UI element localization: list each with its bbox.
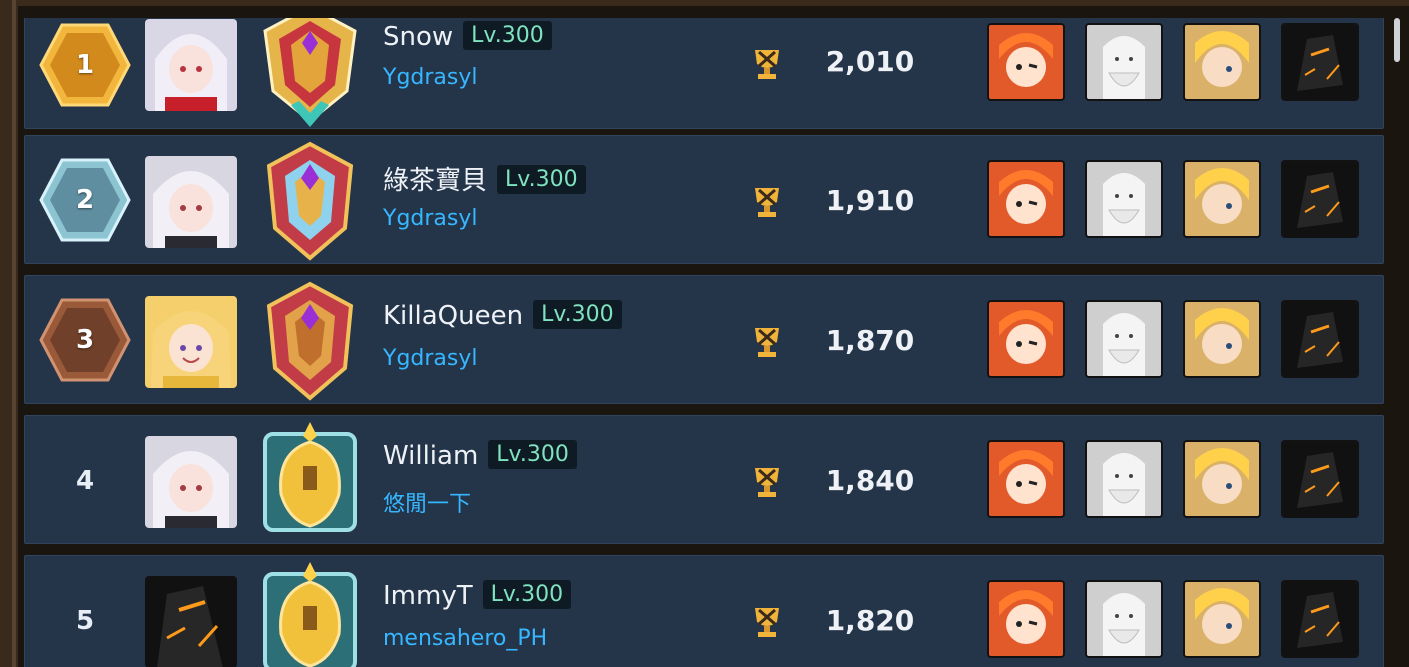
level-badge: Lv.300: [482, 580, 572, 609]
level-badge: Lv.300: [488, 440, 577, 469]
dark-armor-knight-icon[interactable]: [1281, 440, 1359, 518]
score: 2,010: [825, 45, 915, 78]
team-heroes: [987, 300, 1367, 382]
blonde-boy-icon[interactable]: [1183, 160, 1261, 238]
player-name: William Lv.300: [383, 440, 577, 471]
scrollbar-thumb[interactable]: [1394, 18, 1400, 62]
player-avatar[interactable]: [145, 576, 237, 667]
white-beard-old-man-icon[interactable]: [1085, 300, 1163, 378]
player-name: KillaQueen Lv.300: [383, 300, 622, 331]
guild-name[interactable]: Ygdrasyl: [383, 65, 478, 90]
blonde-boy-icon[interactable]: [1183, 300, 1261, 378]
white-beard-old-man-icon[interactable]: [1085, 580, 1163, 658]
dark-armor-knight-icon[interactable]: [1281, 23, 1359, 101]
rank-badge-gold: 1: [39, 23, 131, 107]
white-beard-old-man-icon[interactable]: [1085, 160, 1163, 238]
rank-number: 2: [75, 185, 95, 215]
dark-armor-knight-icon[interactable]: [1281, 580, 1359, 658]
guild-name[interactable]: Ygdrasyl: [383, 206, 478, 231]
rank-number: 4: [75, 465, 95, 496]
orange-hair-winking-girl-icon[interactable]: [987, 580, 1065, 658]
player-name: 綠茶寶貝 Lv.300: [383, 160, 586, 197]
crossed-trophy-icon: [747, 44, 787, 84]
rank-emblem: [251, 18, 369, 131]
player-name: ImmyT Lv.300: [383, 580, 572, 611]
rank-emblem: [251, 136, 369, 266]
rank-number: 3: [75, 325, 95, 355]
crossed-trophy-icon: [747, 462, 787, 502]
blonde-boy-icon[interactable]: [1183, 580, 1261, 658]
blonde-boy-icon[interactable]: [1183, 23, 1261, 101]
leaderboard-row[interactable]: 5 ImmyT Lv.300 mensahero_PH 1,820: [24, 555, 1384, 667]
score: 1,910: [825, 184, 915, 217]
rank-badge-silver: 2: [39, 158, 131, 242]
level-badge: Lv.300: [533, 300, 622, 329]
team-heroes: [987, 580, 1367, 662]
rank-number: 1: [75, 50, 95, 80]
crossed-trophy-icon: [747, 602, 787, 642]
level-badge: Lv.300: [497, 165, 586, 194]
score: 1,820: [825, 604, 915, 637]
rank-badge-bronze: 3: [39, 298, 131, 382]
orange-hair-winking-girl-icon[interactable]: [987, 160, 1065, 238]
leaderboard-row[interactable]: 2 綠茶寶貝 Lv.300 Ygdrasyl 1,910: [24, 135, 1384, 264]
team-heroes: [987, 23, 1367, 105]
player-name: Snow Lv.300: [383, 21, 552, 52]
guild-name[interactable]: 悠閒一下: [383, 486, 471, 518]
white-beard-old-man-icon[interactable]: [1085, 23, 1163, 101]
rank-emblem: [251, 556, 369, 667]
leaderboard-list[interactable]: 1 Snow Lv.300 Ygdrasyl 2,010 2 綠茶寶貝 Lv.3…: [24, 18, 1384, 667]
rank-emblem: [251, 276, 369, 406]
player-avatar[interactable]: [145, 156, 237, 248]
team-heroes: [987, 440, 1367, 522]
level-badge: Lv.300: [463, 21, 552, 50]
leaderboard-row[interactable]: 1 Snow Lv.300 Ygdrasyl 2,010: [24, 18, 1384, 129]
player-avatar[interactable]: [145, 436, 237, 528]
leaderboard-row[interactable]: 4 William Lv.300 悠閒一下 1,840: [24, 415, 1384, 544]
leaderboard-row[interactable]: 3 KillaQueen Lv.300 Ygdrasyl 1,870: [24, 275, 1384, 404]
crossed-trophy-icon: [747, 322, 787, 362]
white-beard-old-man-icon[interactable]: [1085, 440, 1163, 518]
dark-armor-knight-icon[interactable]: [1281, 160, 1359, 238]
orange-hair-winking-girl-icon[interactable]: [987, 23, 1065, 101]
score: 1,840: [825, 464, 915, 497]
rank-emblem: [251, 416, 369, 546]
guild-name[interactable]: mensahero_PH: [383, 626, 547, 651]
rank-number: 5: [75, 605, 95, 636]
team-heroes: [987, 160, 1367, 242]
guild-name[interactable]: Ygdrasyl: [383, 346, 478, 371]
dark-armor-knight-icon[interactable]: [1281, 300, 1359, 378]
blonde-boy-icon[interactable]: [1183, 440, 1261, 518]
player-avatar[interactable]: [145, 19, 237, 111]
orange-hair-winking-girl-icon[interactable]: [987, 300, 1065, 378]
score: 1,870: [825, 324, 915, 357]
crossed-trophy-icon: [747, 182, 787, 222]
orange-hair-winking-girl-icon[interactable]: [987, 440, 1065, 518]
player-avatar[interactable]: [145, 296, 237, 388]
